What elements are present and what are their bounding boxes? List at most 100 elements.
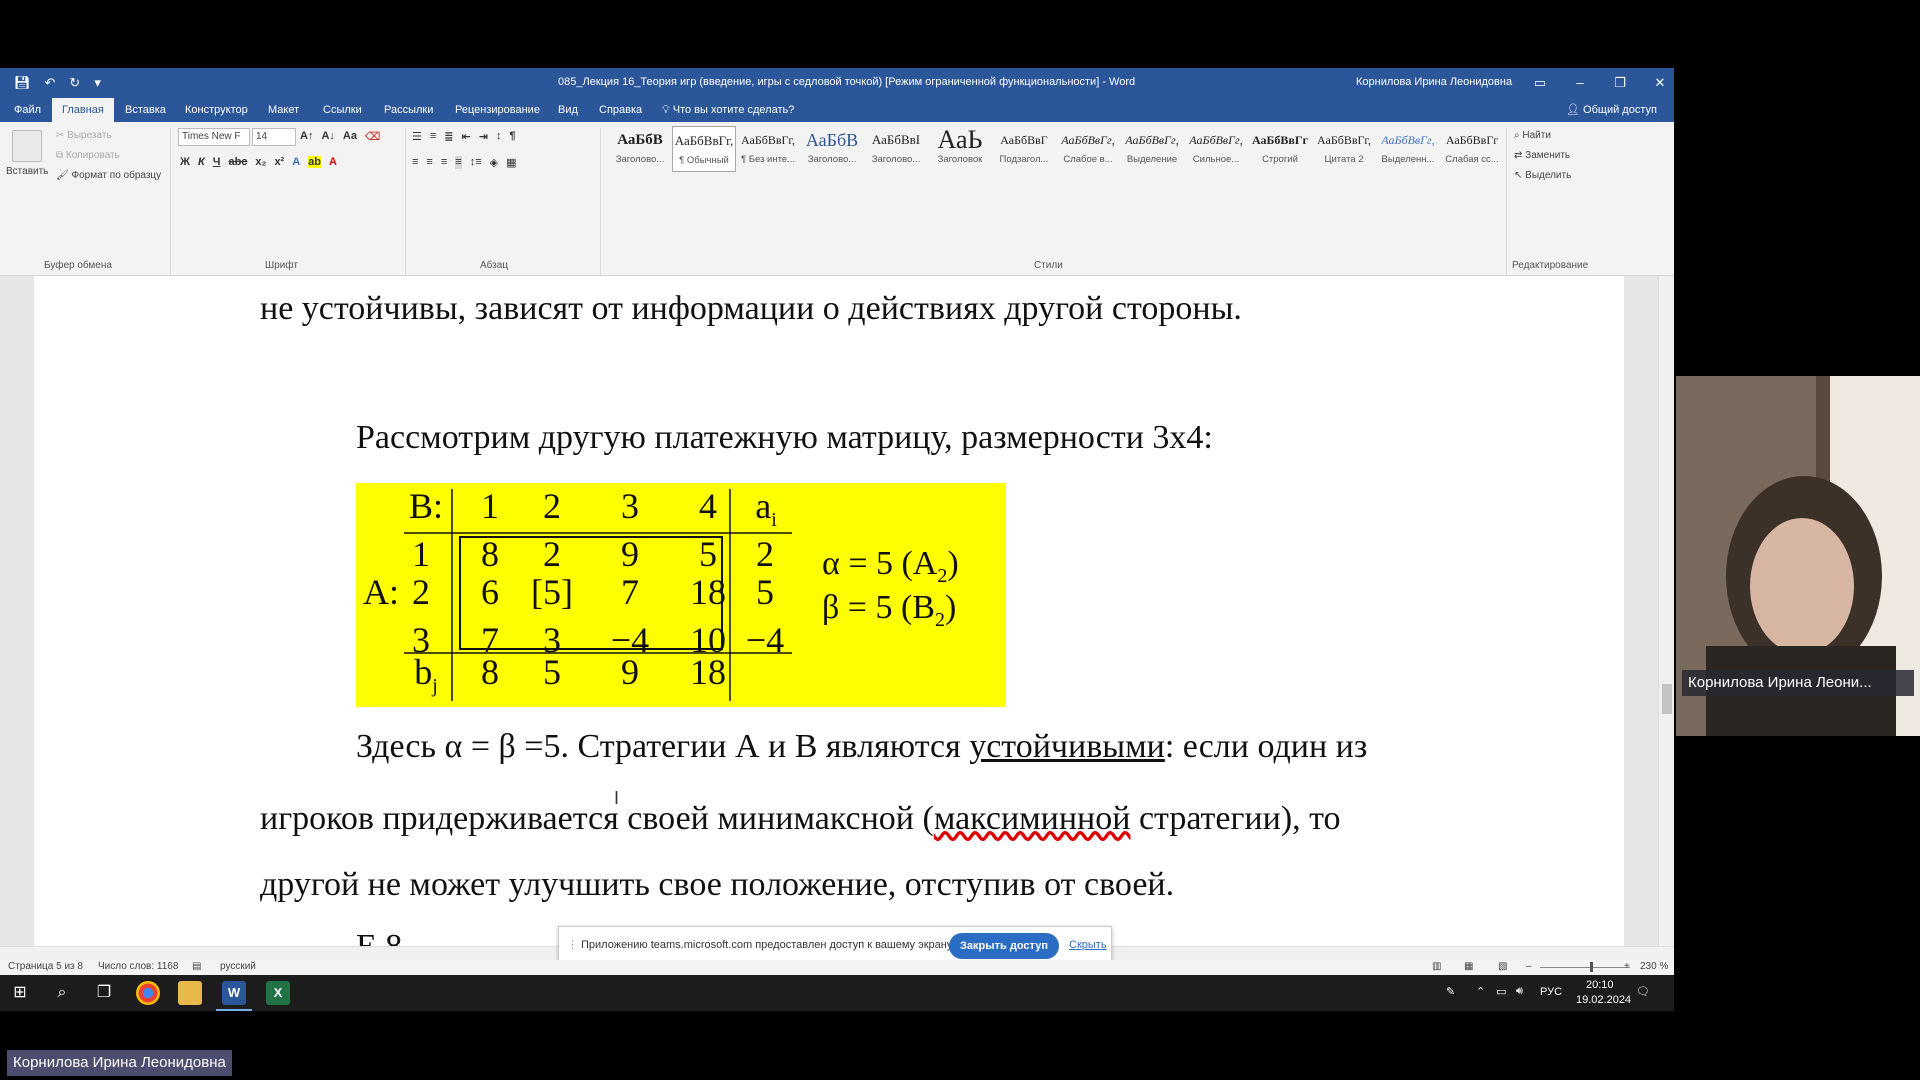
web-layout-icon[interactable]: ▧	[1498, 961, 1507, 972]
grow-font-icon[interactable]: A↑	[300, 130, 313, 143]
multilevel-list-icon[interactable]: ≣	[444, 130, 453, 143]
word-taskbar-icon[interactable]: W	[216, 981, 252, 1011]
page-count[interactable]: Страница 5 из 8	[8, 961, 83, 972]
input-language[interactable]: РУС	[1540, 986, 1562, 998]
justify-icon[interactable]: ≡	[455, 156, 462, 169]
tab-view[interactable]: Вид	[548, 98, 588, 122]
windows-start-icon[interactable]: ⊞	[8, 981, 32, 1005]
cut-button[interactable]: ✂ Вырезать	[56, 130, 112, 141]
share-button[interactable]: 👤︎ Общий доступ	[1566, 98, 1657, 122]
align-center-icon[interactable]: ≡	[426, 156, 432, 169]
style-tile[interactable]: АаБбВвГг, Слабое в...	[1056, 126, 1120, 172]
redo-icon[interactable]: ↻	[69, 75, 80, 91]
style-tile[interactable]: АаЬ Заголовок	[928, 126, 992, 172]
volume-icon[interactable]: 🔊︎	[1516, 985, 1523, 998]
tab-file[interactable]: Файл	[4, 98, 51, 122]
select-button[interactable]: ↖ Выделить	[1514, 170, 1571, 181]
decrease-indent-icon[interactable]: ⇤	[462, 130, 471, 143]
excel-taskbar-icon[interactable]: X	[266, 981, 290, 1005]
read-mode-icon[interactable]: ▥	[1432, 961, 1441, 972]
strikethrough-icon[interactable]: abc	[228, 156, 247, 168]
style-tile[interactable]: АаБбВвГг, ¶ Обычный	[672, 126, 736, 172]
zoom-slider-thumb[interactable]	[1590, 962, 1593, 972]
save-icon[interactable]: 💾︎	[14, 75, 31, 91]
chevron-up-icon[interactable]: ⌃	[1476, 985, 1485, 998]
signed-in-user[interactable]: Корнилова Ирина Леонидовна	[1356, 76, 1512, 88]
stop-sharing-button[interactable]: Закрыть доступ	[949, 933, 1059, 959]
align-left-icon[interactable]: ≡	[412, 156, 418, 169]
clock-date[interactable]: 19.02.2024	[1576, 994, 1631, 1006]
bold-icon[interactable]: Ж	[180, 156, 190, 168]
close-button[interactable]: ✕	[1640, 72, 1674, 94]
paste-button[interactable]: Вставить	[6, 166, 48, 177]
task-view-icon[interactable]: ❐	[92, 981, 116, 1005]
ribbon-display-icon[interactable]: ▭	[1520, 72, 1560, 94]
tab-layout[interactable]: Макет	[258, 98, 309, 122]
tab-references[interactable]: Ссылки	[313, 98, 372, 122]
language-indicator[interactable]: русский	[220, 961, 256, 972]
find-button[interactable]: ⌕ Найти	[1514, 130, 1551, 141]
restore-button[interactable]: ❐	[1600, 72, 1640, 94]
text-effects-icon[interactable]: A	[292, 156, 300, 168]
underline-icon[interactable]: Ч	[213, 156, 221, 168]
borders-icon[interactable]: ▦	[506, 156, 516, 169]
numbering-icon[interactable]: ≡	[430, 130, 436, 143]
change-case-icon[interactable]: Aa	[343, 130, 357, 143]
style-tile[interactable]: АаБбВвГг Слабая сс...	[1440, 126, 1504, 172]
superscript-icon[interactable]: x²	[274, 156, 284, 168]
minimize-button[interactable]: –	[1560, 72, 1600, 94]
align-right-icon[interactable]: ≡	[441, 156, 447, 169]
bullets-icon[interactable]: ☰	[412, 130, 422, 143]
shrink-font-icon[interactable]: A↓	[321, 130, 334, 143]
drag-handle-icon[interactable]: ⋮	[567, 938, 578, 951]
word-count[interactable]: Число слов: 1168	[98, 961, 178, 972]
style-tile[interactable]: АаБбВвГг, Цитата 2	[1312, 126, 1376, 172]
scroll-thumb[interactable]	[1662, 684, 1672, 714]
network-icon[interactable]: ▭	[1496, 985, 1506, 998]
highlight-icon[interactable]: ab	[308, 156, 322, 168]
format-painter-button[interactable]: 🖌︎ Формат по образцу	[56, 170, 161, 181]
replace-button[interactable]: ⇄ Заменить	[1514, 150, 1570, 161]
shading-icon[interactable]: ◈	[490, 156, 498, 169]
zoom-level[interactable]: 230 %	[1640, 961, 1668, 972]
tab-mailings[interactable]: Рассылки	[374, 98, 443, 122]
tab-insert[interactable]: Вставка	[115, 98, 176, 122]
increase-indent-icon[interactable]: ⇥	[479, 130, 488, 143]
customize-qat-icon[interactable]: ▾	[94, 75, 101, 91]
style-tile[interactable]: АаБбВ Заголово...	[608, 126, 672, 172]
file-explorer-icon[interactable]	[178, 981, 202, 1005]
font-name-input[interactable]: Times New F	[178, 128, 250, 146]
tab-home[interactable]: Главная	[52, 98, 114, 122]
style-tile[interactable]: АаБбВ Заголово...	[800, 126, 864, 172]
style-tile[interactable]: АаБбВвГг, Выделение	[1120, 126, 1184, 172]
subscript-icon[interactable]: x₂	[255, 156, 266, 168]
clock-time[interactable]: 20:10	[1586, 979, 1614, 991]
tab-review[interactable]: Рецензирование	[445, 98, 550, 122]
zoom-out-icon[interactable]: –	[1526, 961, 1532, 972]
pen-icon[interactable]: ✎	[1446, 985, 1455, 998]
copy-button[interactable]: ⧉ Копировать	[56, 150, 120, 161]
style-tile[interactable]: АаБбВвГ Подзагол...	[992, 126, 1056, 172]
italic-icon[interactable]: К	[198, 156, 205, 168]
font-color-icon[interactable]: A	[329, 156, 337, 168]
zoom-slider[interactable]	[1540, 967, 1630, 968]
document-page[interactable]: не устойчивы, зависят от информации о де…	[34, 276, 1624, 946]
style-tile[interactable]: АаБбВвГг, Сильное...	[1184, 126, 1248, 172]
search-icon[interactable]: ⌕	[50, 981, 74, 1005]
vertical-scrollbar[interactable]	[1658, 276, 1674, 946]
hide-banner-link[interactable]: Скрыть	[1069, 939, 1107, 951]
line-spacing-icon[interactable]: ↕≡	[470, 156, 482, 169]
clipboard-icon[interactable]	[12, 130, 42, 162]
sort-icon[interactable]: ↕	[496, 130, 502, 143]
proofing-icon[interactable]: ▤	[192, 961, 201, 972]
chrome-icon[interactable]	[136, 981, 160, 1005]
pilcrow-icon[interactable]: ¶	[509, 130, 515, 143]
style-tile[interactable]: АаБбВвГг, Выделенн...	[1376, 126, 1440, 172]
undo-icon[interactable]: ↶	[45, 75, 56, 91]
tell-me-box[interactable]: 💡︎ Что вы хотите сделать?	[652, 98, 804, 122]
style-tile[interactable]: АаБбВвГг, ¶ Без инте...	[736, 126, 800, 172]
notifications-icon[interactable]: 🗨︎	[1636, 985, 1650, 998]
zoom-in-icon[interactable]: +	[1624, 961, 1630, 972]
tab-help[interactable]: Справка	[589, 98, 652, 122]
print-layout-icon[interactable]: ▦	[1464, 961, 1473, 972]
